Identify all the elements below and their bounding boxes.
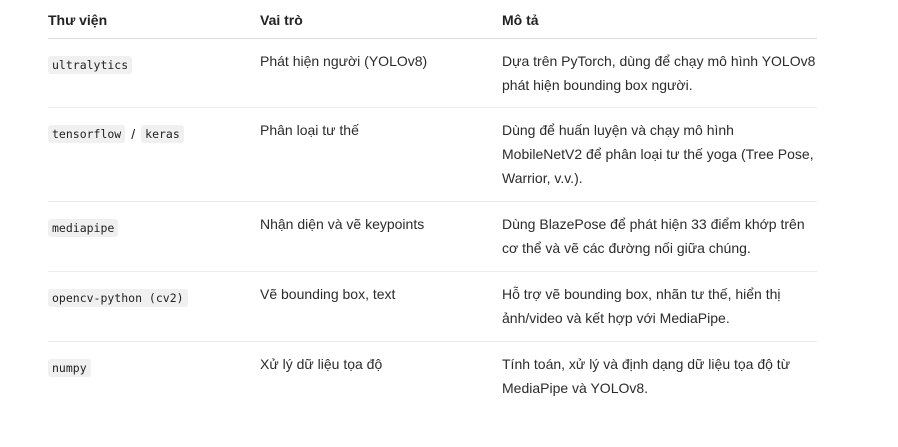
- description-line: Tính toán, xử lý và định dạng dữ liệu tọ…: [502, 356, 791, 372]
- library-separator: /: [131, 126, 136, 143]
- table-row: ultralytics Phát hiện người (YOLOv8) Dựa…: [48, 39, 817, 108]
- role-cell: Nhận diện và vẽ keypoints: [260, 216, 425, 232]
- role-cell: Phát hiện người (YOLOv8): [260, 53, 428, 69]
- description-line: Dựa trên PyTorch, dùng để chạy mô hình Y…: [502, 53, 816, 69]
- description-cell: Dùng để huấn luyện và chạy mô hình Mobil…: [502, 118, 817, 190]
- table-row: opencv-python (cv2) Vẽ bounding box, tex…: [48, 272, 817, 342]
- header-library: Thư viện: [48, 12, 108, 28]
- description-line: Warrior, v.v.).: [502, 170, 583, 186]
- description-line: Dùng BlazePose để phát hiện 33 điểm khớp…: [502, 216, 805, 232]
- library-cell: mediapipe: [48, 215, 119, 239]
- description-line: MobileNetV2 để phân loại tư thế yoga (Tr…: [502, 146, 814, 162]
- description-cell: Dựa trên PyTorch, dùng để chạy mô hình Y…: [502, 49, 817, 97]
- table-row: numpy Xử lý dữ liệu tọa độ Tính toán, xử…: [48, 342, 817, 412]
- library-code: keras: [141, 125, 184, 144]
- table-row: mediapipe Nhận diện và vẽ keypoints Dùng…: [48, 202, 817, 272]
- role-cell: Phân loại tư thế: [260, 122, 359, 138]
- library-cell: tensorflow / keras: [48, 121, 184, 146]
- library-cell: opencv-python (cv2): [48, 285, 188, 309]
- description-line: phát hiện bounding box người.: [502, 77, 693, 93]
- role-cell: Xử lý dữ liệu tọa độ: [260, 356, 383, 372]
- table-row: tensorflow / keras Phân loại tư thế Dùng đ…: [48, 108, 817, 202]
- description-cell: Tính toán, xử lý và định dạng dữ liệu tọ…: [502, 352, 817, 400]
- library-code: ultralytics: [48, 56, 133, 75]
- description-line: MediaPipe và YOLOv8.: [502, 380, 649, 396]
- role-cell: Vẽ bounding box, text: [260, 286, 396, 302]
- header-role: Vai trò: [260, 12, 303, 28]
- description-cell: Dùng BlazePose để phát hiện 33 điểm khớp…: [502, 212, 817, 260]
- description-line: Hỗ trợ vẽ bounding box, nhãn tư thế, hiể…: [502, 286, 781, 302]
- description-line: ảnh/video và kết hợp với MediaPipe.: [502, 310, 730, 326]
- library-code: numpy: [48, 359, 91, 378]
- description-line: Dùng để huấn luyện và chạy mô hình: [502, 122, 734, 138]
- table-header: Thư viện Vai trò Mô tả: [48, 0, 817, 39]
- library-code: tensorflow: [48, 125, 126, 144]
- description-line: cơ thể và vẽ các đường nối giữa chúng.: [502, 240, 751, 256]
- description-cell: Hỗ trợ vẽ bounding box, nhãn tư thế, hiể…: [502, 282, 817, 330]
- library-cell: ultralytics: [48, 52, 133, 76]
- library-code: opencv-python (cv2): [48, 289, 188, 308]
- library-table: Thư viện Vai trò Mô tả ultralytics Phát …: [48, 0, 817, 412]
- library-code: mediapipe: [48, 219, 119, 238]
- header-description: Mô tả: [502, 12, 539, 28]
- library-cell: numpy: [48, 355, 91, 379]
